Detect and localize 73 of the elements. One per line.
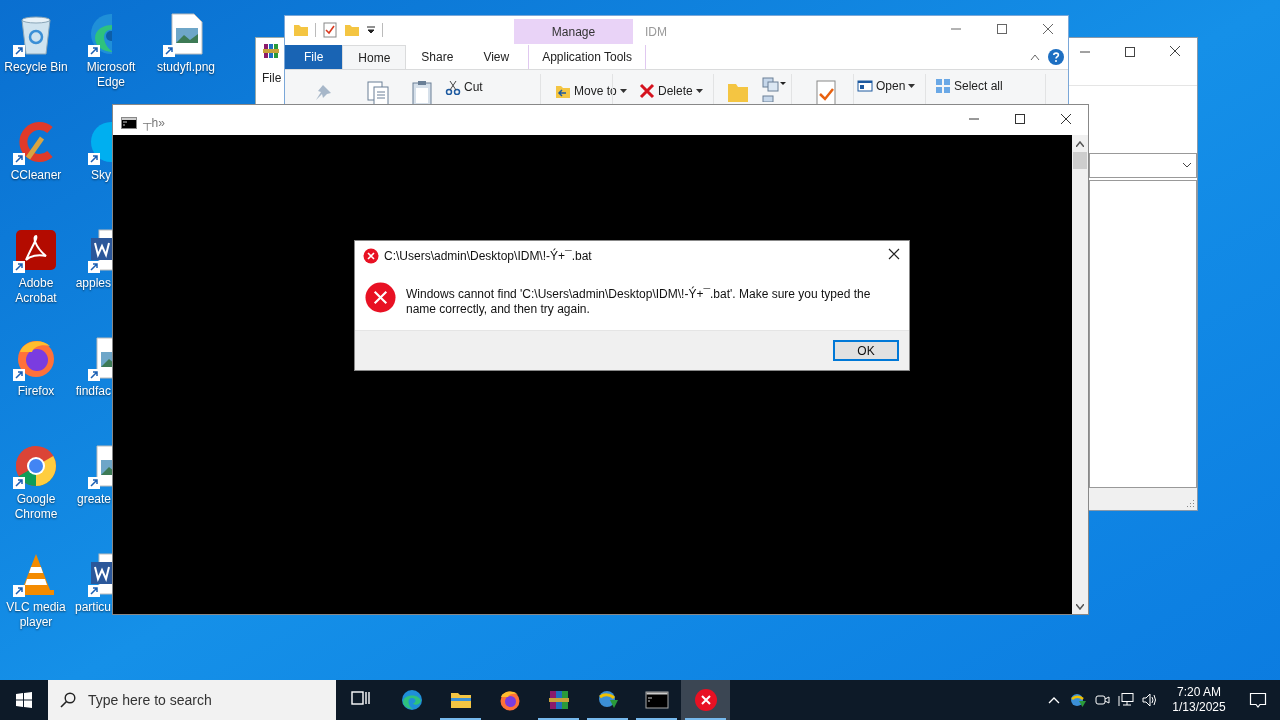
list-box[interactable] — [1089, 180, 1197, 488]
search-icon — [60, 692, 76, 708]
arrow-down-icon[interactable] — [1076, 604, 1084, 610]
folder-arrow-icon — [555, 83, 571, 99]
desktop-icon-label[interactable]: studyfl.png — [148, 60, 224, 75]
camera-icon[interactable] — [1094, 692, 1110, 708]
ribbon-tab[interactable]: View — [468, 45, 525, 69]
ribbon-tab[interactable]: Application Tools — [528, 45, 647, 69]
scroll-thumb[interactable] — [1073, 152, 1087, 169]
copy-to-icon[interactable] — [761, 76, 787, 102]
console-icon — [644, 688, 669, 712]
desktop-icon-label[interactable]: CCleaner — [0, 168, 74, 183]
archive-books-icon — [546, 688, 571, 712]
ok-button[interactable]: OK — [833, 340, 899, 361]
chevron-down-icon — [1182, 161, 1192, 169]
desktop-icon-label[interactable]: Sky — [91, 168, 111, 183]
desktop-icon-label[interactable]: Firefox — [0, 384, 74, 399]
checkmark-page-icon[interactable] — [813, 80, 839, 104]
desktop-icon-label[interactable]: Microsoft Edge — [73, 60, 149, 90]
error-message: Windows cannot find 'C:\Users\admin\Desktop\IDM\!-Ý+¯.bat'. Make sure you typed the name correctly, and then try again. — [406, 287, 872, 317]
menu-item[interactable]: File — [262, 69, 282, 87]
error-icon — [363, 248, 379, 264]
notification-icon[interactable] — [1249, 691, 1267, 709]
close-icon[interactable] — [1060, 113, 1072, 125]
error-icon — [365, 282, 396, 313]
error-icon — [693, 688, 718, 712]
network-icon[interactable] — [1118, 692, 1134, 708]
dropdown-arrow-icon[interactable] — [366, 25, 376, 35]
maximize-icon[interactable] — [1124, 46, 1136, 58]
desktop-icon-label[interactable]: Google Chrome — [0, 492, 74, 522]
desktop-icon-label[interactable]: Recycle Bin — [0, 60, 74, 75]
desktop-icon-label[interactable]: apples — [75, 276, 111, 291]
clock-time: 7:20 AM — [1177, 685, 1221, 700]
ribbon-button[interactable]: Cut — [445, 78, 483, 96]
desktop-icon-label[interactable]: VLC media player — [0, 600, 74, 630]
ribbon-tab[interactable]: Home — [342, 45, 407, 69]
context-tab-header: Manage — [551, 23, 596, 41]
windows-logo-icon — [16, 692, 32, 708]
scissors-icon — [445, 79, 461, 95]
window-icon — [857, 78, 873, 94]
taskbar-button[interactable] — [681, 680, 730, 720]
grid-select-icon — [935, 78, 951, 94]
ribbon-tab[interactable]: Share — [406, 45, 469, 69]
maximize-icon[interactable] — [1014, 113, 1026, 125]
volume-icon[interactable] — [1142, 692, 1158, 708]
checklist-icon[interactable] — [322, 22, 338, 38]
close-icon[interactable] — [888, 248, 900, 260]
ribbon-button[interactable]: Select all — [935, 77, 1003, 95]
ribbon-button[interactable]: Delete — [639, 82, 703, 100]
desktop-icon-label[interactable]: greate — [76, 492, 111, 507]
scrollbar[interactable] — [1072, 135, 1088, 614]
resize-grip-icon[interactable] — [1185, 498, 1195, 508]
ribbon-tab[interactable]: File — [285, 45, 343, 69]
desktop-icon-label[interactable]: findfac — [75, 384, 111, 399]
arrow-up-icon[interactable] — [1076, 141, 1084, 147]
search-field[interactable]: Type here to search — [48, 680, 336, 720]
archive-books-icon — [263, 43, 279, 59]
delete-icon — [639, 83, 655, 99]
dropdown[interactable] — [1089, 153, 1197, 178]
desktop-icon-label[interactable]: Adobe Acrobat — [0, 276, 74, 306]
close-icon[interactable] — [1169, 45, 1181, 57]
swirl-browser-icon — [399, 688, 424, 712]
window-title: ┬h» — [143, 115, 165, 132]
clipboard-icon[interactable] — [409, 79, 435, 104]
ribbon-button[interactable]: Open — [857, 77, 916, 95]
dialog-title: C:\Users\admin\Desktop\IDM\!-Ý+¯.bat — [384, 247, 592, 265]
window-title: IDM — [645, 24, 667, 41]
desktop-icon-label[interactable]: particu — [74, 600, 111, 615]
clock[interactable]: 7:20 AM 1/13/2025 — [1162, 685, 1236, 715]
console-icon[interactable] — [121, 117, 137, 129]
maximize-icon[interactable] — [996, 23, 1008, 35]
help-icon[interactable] — [1048, 49, 1064, 65]
clock-date: 1/13/2025 — [1172, 700, 1226, 715]
